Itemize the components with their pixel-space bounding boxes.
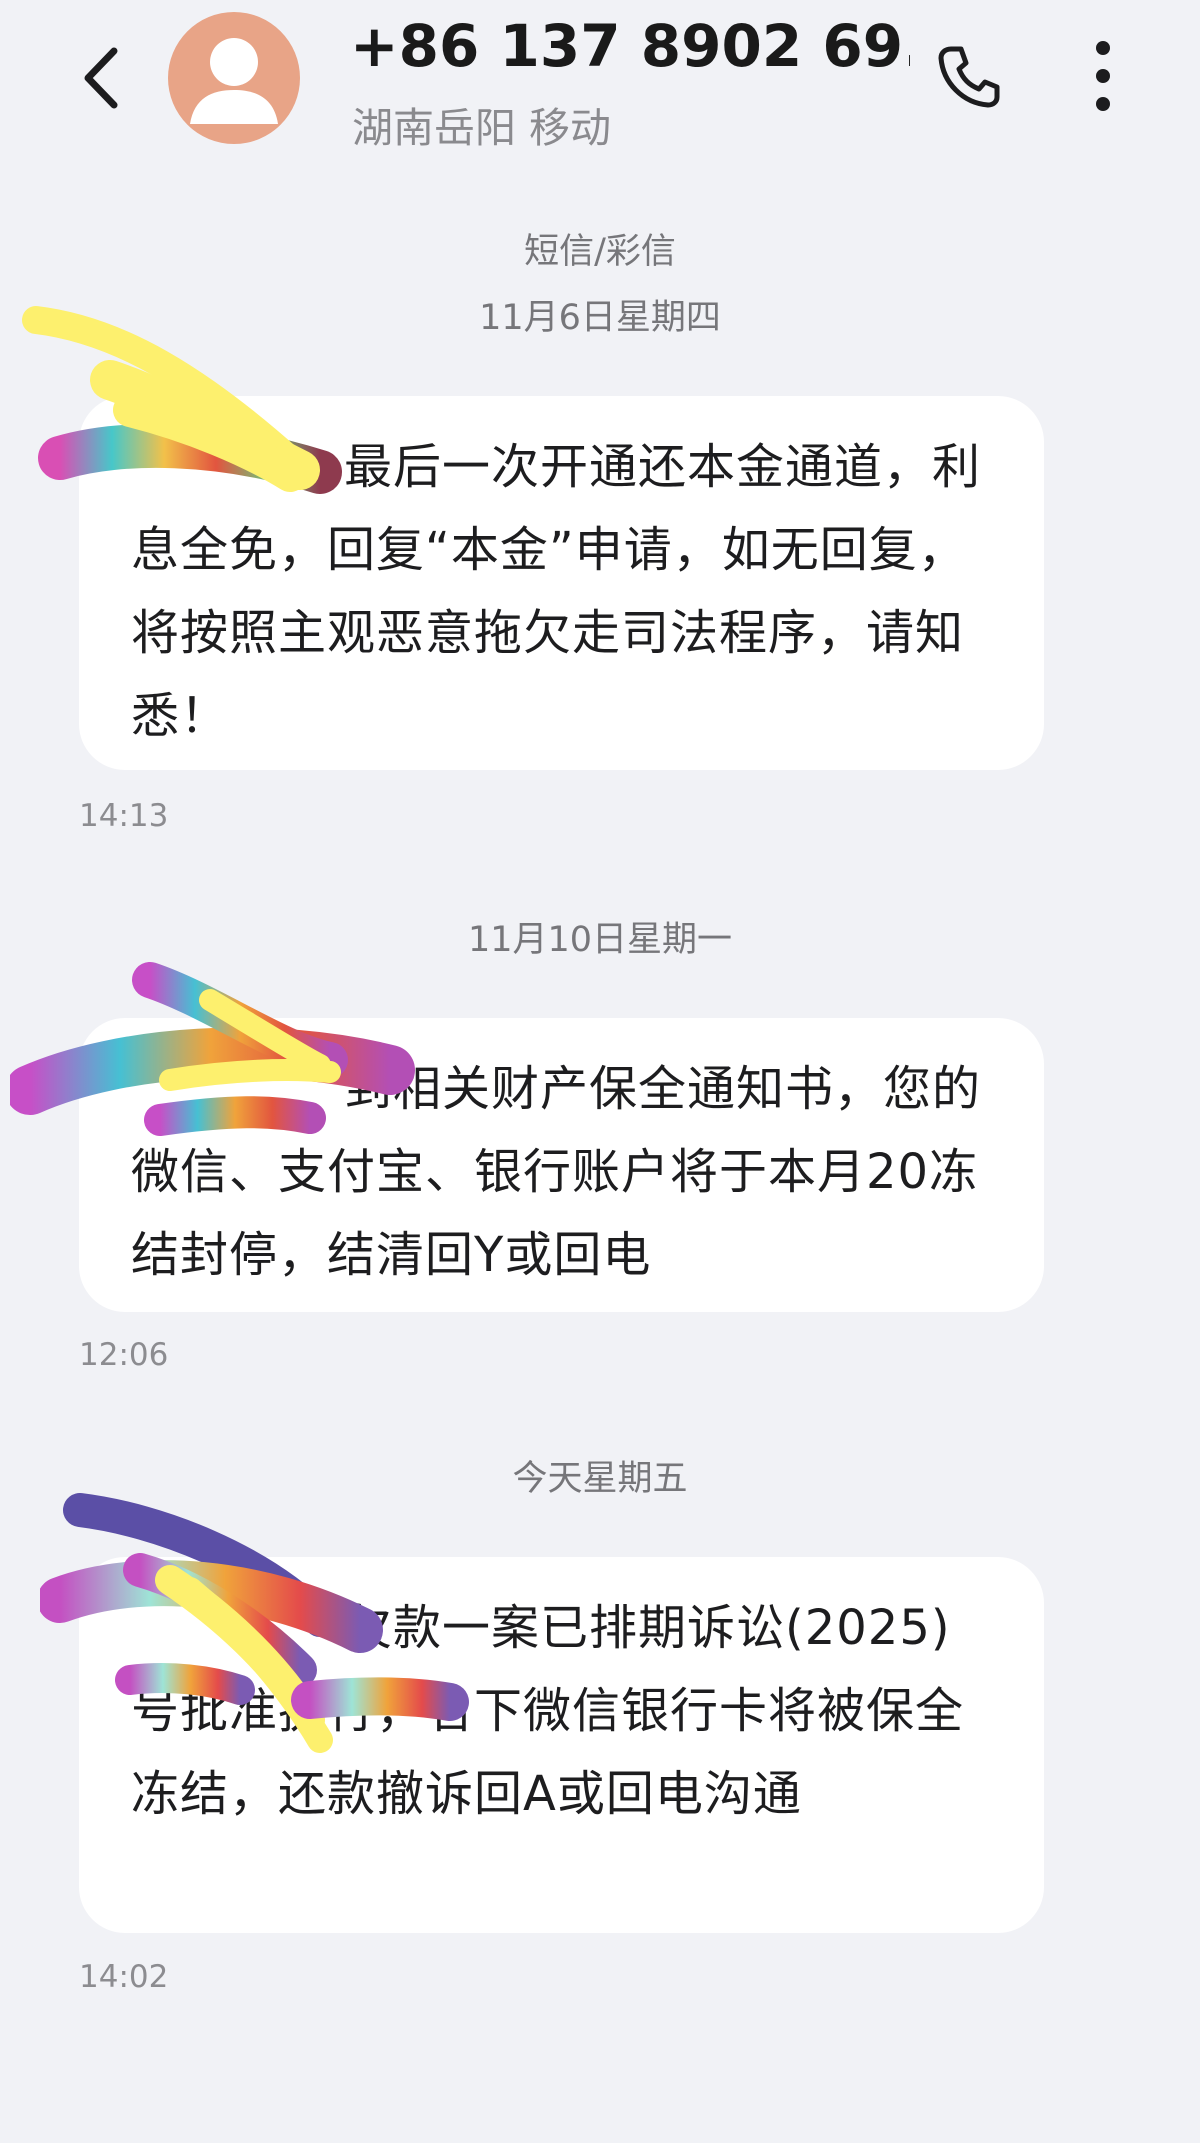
message-text: 到相关财产保全通知书，您的微信、支付宝、银行账户将于本月20冻结封停，结清回Y或…: [131, 1048, 994, 1297]
contact-avatar[interactable]: [168, 12, 300, 144]
message-bubble[interactable]: 到相关财产保全通知书，您的微信、支付宝、银行账户将于本月20冻结封停，结清回Y或…: [79, 1018, 1044, 1312]
message-time: 14:02: [79, 1959, 169, 1995]
message-bubble-content: 最后一次开通还本金通道，利息全免，回复“本金”申请，如无回复，将按照主观恶意拖欠…: [79, 396, 1044, 770]
chevron-left-icon: [84, 47, 118, 109]
message-bubble[interactable]: 欠款一案已排期诉讼(2025)号批准执行，名下微信银行卡将被保全冻结，还款撤诉回…: [79, 1557, 1044, 1933]
more-options-button[interactable]: [1080, 36, 1126, 116]
message-time: 14:13: [79, 798, 169, 834]
message-time: 12:06: [79, 1337, 169, 1373]
message-body: 欠款一案已排期诉讼(2025)号批准执行，名下微信银行卡将被保全冻结，还款撤诉回…: [131, 1600, 965, 1822]
conversation-header: +86 137 8902 69... 湖南岳阳 移动: [0, 0, 1200, 170]
person-icon: [190, 38, 278, 124]
back-button[interactable]: [72, 38, 132, 118]
message-body: 到相关财产保全通知书，您的微信、支付宝、银行账户将于本月20冻结封停，结清回Y或…: [131, 1061, 982, 1283]
date-separator: 今天星期五: [512, 1459, 688, 1499]
contact-name: +86 137 8902 69...: [350, 12, 910, 80]
message-body: 最后一次开通还本金通道，利息全免，回复“本金”申请，如无回复，将按照主观恶意拖欠…: [131, 439, 982, 744]
date-separator: 11月10日星期一: [467, 920, 733, 960]
message-text: 欠款一案已排期诉讼(2025)号批准执行，名下微信银行卡将被保全冻结，还款撤诉回…: [131, 1587, 994, 1836]
date-separator: 11月6日星期四: [479, 298, 721, 338]
phone-icon: [938, 46, 1000, 108]
message-text: 最后一次开通还本金通道，利息全免，回复“本金”申请，如无回复，将按照主观恶意拖欠…: [131, 426, 994, 758]
message-type-label: 短信/彩信: [524, 232, 676, 272]
contact-location-carrier: 湖南岳阳 移动: [352, 104, 612, 152]
more-vertical-icon: [1096, 41, 1110, 111]
sms-conversation-screen: +86 137 8902 69... 湖南岳阳 移动 短信/彩信 11月6日星期…: [0, 0, 1200, 2143]
call-button[interactable]: [930, 36, 1006, 116]
